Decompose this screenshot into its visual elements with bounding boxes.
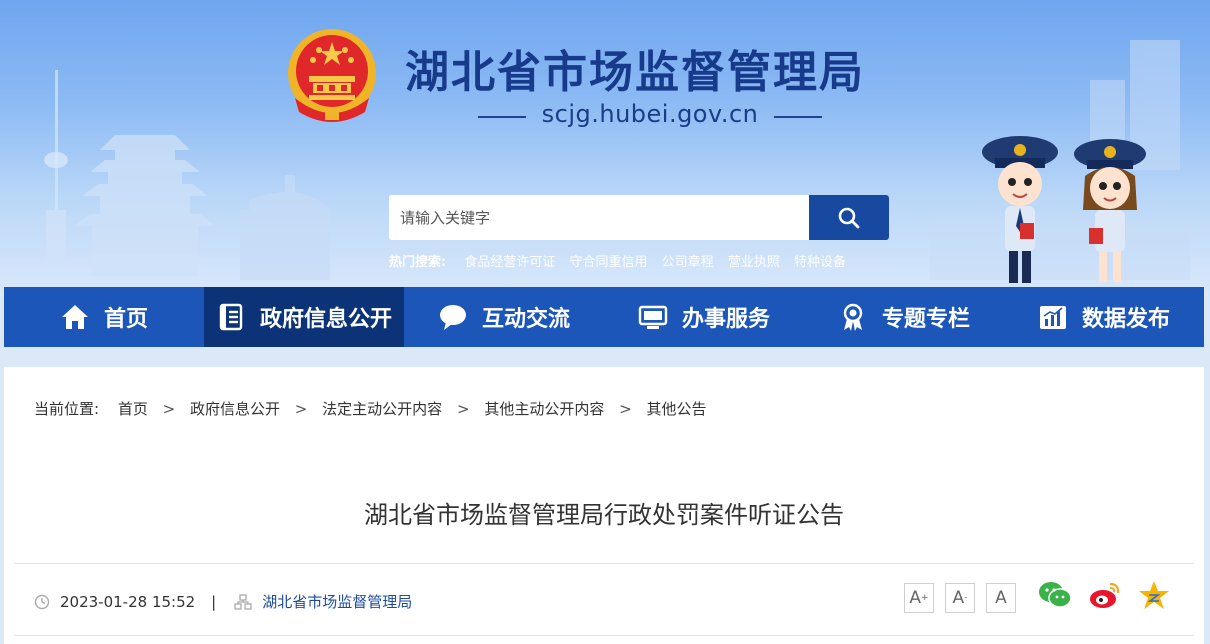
search-icon	[838, 207, 860, 228]
hot-search-term[interactable]: 食品经营许可证	[464, 255, 555, 270]
publish-datetime: 2023-01-28 15:52	[60, 592, 196, 611]
title-divider	[14, 563, 1194, 564]
mascot-illustration	[982, 136, 1146, 283]
breadcrumb-link[interactable]: 其他主动公开内容	[484, 400, 604, 418]
nav-item-label: 政府信息公开	[259, 307, 392, 332]
article-meta: 2023-01-28 15:52 | 湖北省市场监督管理局	[34, 591, 412, 612]
breadcrumb-label: 当前位置:	[34, 400, 100, 418]
wechat-icon[interactable]	[1038, 580, 1072, 610]
search-input[interactable]	[389, 195, 809, 240]
content-panel: 当前位置: 首页 > 政府信息公开 > 法定主动公开内容 > 其他主动公开内容 …	[4, 367, 1204, 644]
font-decrease-label: A	[952, 588, 965, 608]
nav-item-home[interactable]: 首页	[4, 287, 204, 347]
nav-item-label: 数据发布	[1081, 307, 1170, 332]
hot-search-label: 热门搜索:	[389, 255, 447, 270]
hot-search-term[interactable]: 营业执照	[728, 255, 780, 270]
nav-item-label: 互动交流	[481, 307, 570, 332]
nav-item-label: 办事服务	[681, 307, 770, 332]
breadcrumb-separator: >	[294, 400, 308, 418]
font-reset-button[interactable]: A	[986, 583, 1016, 613]
breadcrumb: 当前位置: 首页 > 政府信息公开 > 法定主动公开内容 > 其他主动公开内容 …	[34, 398, 706, 419]
font-increase-label: A	[909, 588, 922, 608]
font-decrease-mark: -	[964, 593, 968, 603]
meta-divider	[14, 635, 1194, 636]
qzone-star-icon[interactable]	[1138, 580, 1170, 610]
hot-search-term[interactable]: 公司章程	[662, 255, 714, 270]
search-button[interactable]	[809, 195, 889, 240]
hot-search-term[interactable]: 特种设备	[794, 255, 846, 270]
font-increase-button[interactable]: A +	[904, 583, 934, 613]
nav-item-special-topics[interactable]: 专题专栏	[804, 287, 1004, 347]
monitor-icon	[638, 302, 668, 332]
breadcrumb-link[interactable]: 政府信息公开	[190, 400, 280, 418]
chat-bubble-icon	[438, 302, 468, 332]
org-structure-icon	[234, 593, 252, 610]
hot-search-term[interactable]: 守合同重信用	[570, 255, 648, 270]
breadcrumb-separator: >	[619, 400, 632, 418]
nav-item-gov-info[interactable]: 政府信息公开	[204, 287, 404, 347]
breadcrumb-separator: >	[162, 400, 176, 418]
breadcrumb-link[interactable]: 法定主动公开内容	[322, 400, 442, 418]
home-icon	[60, 302, 90, 332]
font-decrease-button[interactable]: A-	[945, 583, 975, 613]
hot-search: 热门搜索: 食品经营许可证 守合同重信用 公司章程 营业执照 特种设备	[389, 251, 856, 270]
breadcrumb-separator: >	[456, 400, 470, 418]
font-reset-label: A	[995, 588, 1007, 608]
weibo-icon[interactable]	[1088, 580, 1122, 610]
meta-separator: |	[211, 592, 217, 611]
nav-item-interaction[interactable]: 互动交流	[404, 287, 604, 347]
document-icon	[216, 302, 246, 332]
article-source: 湖北省市场监督管理局	[262, 593, 413, 611]
site-title: 湖北省市场监督管理局	[405, 47, 865, 98]
national-emblem-icon	[288, 29, 376, 122]
search-box	[389, 195, 889, 240]
bar-chart-icon	[1038, 302, 1068, 332]
nav-item-services[interactable]: 办事服务	[604, 287, 804, 347]
breadcrumb-link[interactable]: 首页	[118, 400, 148, 418]
award-ribbon-icon	[838, 302, 868, 332]
main-nav: 首页 政府信息公开 互动交流 办事服务 专题专栏 数据发布	[4, 287, 1204, 347]
font-size-controls: A + A- A	[904, 583, 1027, 613]
share-buttons	[1038, 580, 1186, 610]
site-domain: scjg.hubei.gov.cn	[470, 100, 830, 128]
font-increase-mark: +	[921, 593, 929, 603]
nav-item-label: 首页	[103, 307, 148, 332]
nav-item-label: 专题专栏	[881, 307, 970, 332]
breadcrumb-link[interactable]: 其他公告	[646, 400, 706, 418]
clock-icon	[34, 594, 50, 610]
header-banner: 湖北省市场监督管理局 scjg.hubei.gov.cn 热门搜索: 食品经营许…	[0, 0, 1210, 290]
article-title: 湖北省市场监督管理局行政处罚案件听证公告	[364, 501, 844, 529]
nav-item-data-release[interactable]: 数据发布	[1004, 287, 1204, 347]
